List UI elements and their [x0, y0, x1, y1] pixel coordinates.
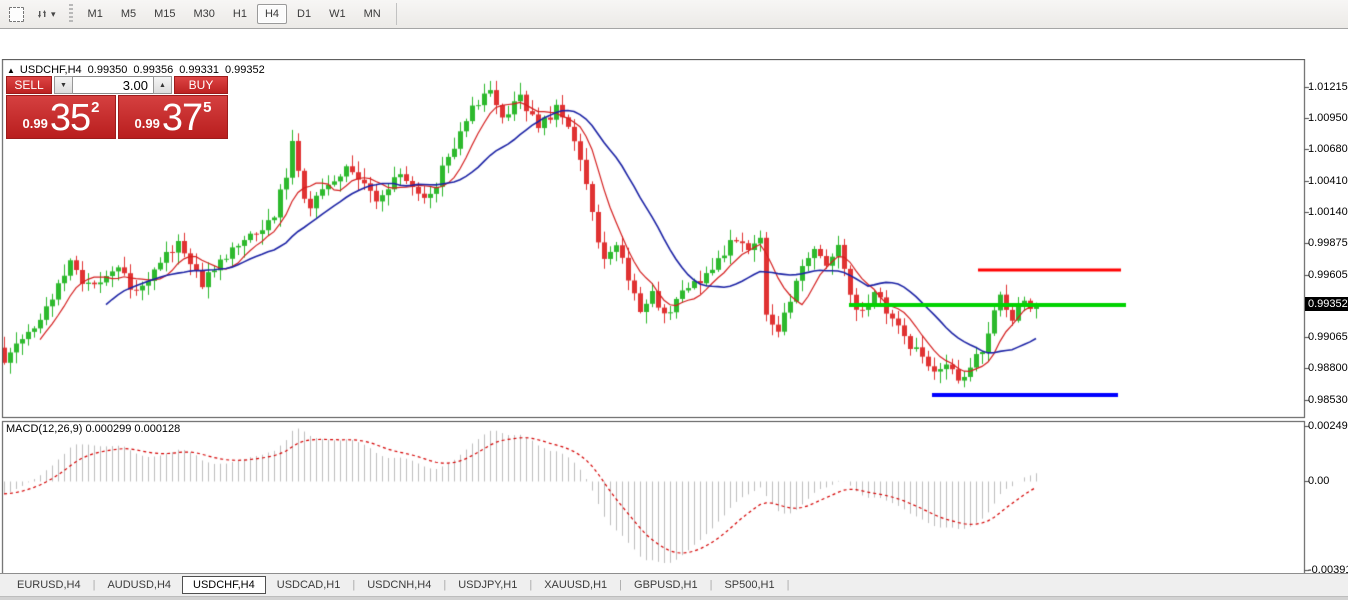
sell-button[interactable]: SELL [6, 76, 52, 94]
tab-audusd-h4[interactable]: AUDUSD,H4 [96, 576, 182, 594]
tab-eurusd-h4[interactable]: EURUSD,H4 [6, 576, 92, 594]
macd-indicator-label: MACD(12,26,9) 0.000299 0.000128 [6, 423, 180, 435]
open-value: 0.99350 [88, 64, 128, 76]
chart-tab-bar: EURUSD,H4|AUDUSD,H4USDCHF,H4USDCAD,H1|US… [0, 573, 1348, 596]
volume-stepper: ▼ ▲ [54, 76, 172, 94]
timeframe-button-d1[interactable]: D1 [289, 4, 319, 24]
price-axis-label: 1.00950 [1308, 112, 1348, 124]
trading-terminal-window: ▾ M1M5M15M30H1H4D1W1MN ▲ USDCHF,H4 0.993… [0, 0, 1348, 600]
dropdown-caret-icon[interactable]: ▾ [51, 9, 56, 20]
timeframe-button-mn[interactable]: MN [356, 4, 389, 24]
high-value: 0.99356 [133, 64, 173, 76]
sell-price-big: 35 [50, 98, 90, 138]
price-axis-label: 0.99875 [1308, 237, 1348, 249]
price-axis-label: 1.00410 [1308, 175, 1348, 187]
trade-panel: SELL ▼ ▲ BUY 0.99 35 2 0.99 37 5 [6, 76, 228, 139]
sell-price-display[interactable]: 0.99 35 2 [6, 95, 116, 139]
low-value: 0.99331 [179, 64, 219, 76]
price-axis-label: 1.01215 [1308, 81, 1348, 93]
timeframe-button-h4[interactable]: H4 [257, 4, 287, 24]
collapse-panel-icon[interactable]: ▲ [7, 66, 15, 75]
buy-price-display[interactable]: 0.99 37 5 [118, 95, 228, 139]
symbol-label: USDCHF,H4 [20, 64, 82, 76]
timeframe-button-w1[interactable]: W1 [321, 4, 354, 24]
arrange-arrows-icon [34, 6, 50, 22]
chart-shift-icon[interactable] [5, 3, 28, 25]
tab-usdchf-h4[interactable]: USDCHF,H4 [182, 576, 266, 594]
price-axis-label: 1.00140 [1308, 206, 1348, 218]
current-price-tag: 0.99352 [1305, 297, 1348, 311]
tab-usdjpy-h1[interactable]: USDJPY,H1 [447, 576, 528, 594]
chart-workspace: ▲ USDCHF,H4 0.99350 0.99356 0.99331 0.99… [0, 29, 1348, 572]
dashed-rect-icon [9, 7, 24, 22]
price-axis-label: 0.99605 [1308, 269, 1348, 281]
macd-axis-label: 0.00 [1308, 475, 1329, 487]
timeframe-button-m1[interactable]: M1 [80, 4, 111, 24]
buy-price-base: 0.99 [135, 116, 160, 131]
bottom-strip [0, 596, 1348, 600]
volume-increase-button[interactable]: ▲ [153, 76, 172, 94]
buy-button[interactable]: BUY [174, 76, 228, 94]
price-axis-label: 1.00680 [1308, 143, 1348, 155]
timeframe-button-h1[interactable]: H1 [225, 4, 255, 24]
timeframe-button-m15[interactable]: M15 [146, 4, 183, 24]
tab-sp500-h1[interactable]: SP500,H1 [713, 576, 785, 594]
sell-price-sup: 2 [91, 99, 99, 116]
buy-price-sup: 5 [203, 99, 211, 116]
tab-xauusd-h1[interactable]: XAUUSD,H1 [533, 576, 618, 594]
tab-usdcnh-h4[interactable]: USDCNH,H4 [356, 576, 442, 594]
tab-separator: | [786, 579, 791, 591]
timeframe-button-m30[interactable]: M30 [186, 4, 223, 24]
sell-price-base: 0.99 [23, 116, 48, 131]
volume-decrease-button[interactable]: ▼ [54, 76, 73, 94]
toolbar-separator [396, 3, 397, 25]
top-toolbar: ▾ M1M5M15M30H1H4D1W1MN [0, 0, 1348, 29]
timeframe-bar: M1M5M15M30H1H4D1W1MN [79, 4, 390, 24]
price-axis-label: 0.98530 [1308, 394, 1348, 406]
toolbar-grip-handle[interactable] [69, 4, 73, 24]
tab-gbpusd-h1[interactable]: GBPUSD,H1 [623, 576, 709, 594]
arrange-charts-button[interactable]: ▾ [30, 3, 60, 25]
macd-axis-label: 0.002492 [1308, 420, 1348, 432]
buy-price-big: 37 [162, 98, 202, 138]
chart-ohlc-title: ▲ USDCHF,H4 0.99350 0.99356 0.99331 0.99… [7, 64, 265, 76]
timeframe-button-m5[interactable]: M5 [113, 4, 144, 24]
close-value: 0.99352 [225, 64, 265, 76]
volume-input[interactable] [73, 76, 153, 94]
price-axis-label: 0.99065 [1308, 331, 1348, 343]
price-axis-label: 0.98800 [1308, 362, 1348, 374]
tab-usdcad-h1[interactable]: USDCAD,H1 [266, 576, 352, 594]
